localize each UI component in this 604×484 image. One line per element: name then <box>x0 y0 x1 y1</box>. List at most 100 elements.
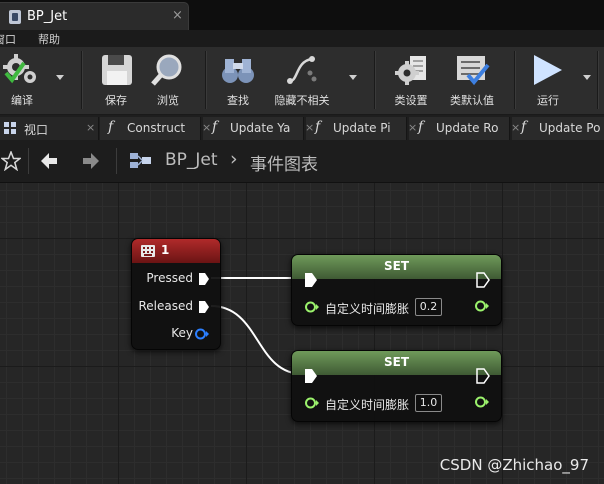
key-node-title: 1 <box>161 243 170 257</box>
blueprint-icon <box>9 10 21 24</box>
function-icon: f <box>108 119 114 135</box>
hide-unrelated-icon <box>287 56 317 84</box>
tab-construct-label: Construct <box>127 121 186 135</box>
function-icon: f <box>418 119 424 135</box>
run-label: 运行 <box>537 94 559 107</box>
compile-label: 编译 <box>11 94 33 107</box>
set-node-2[interactable]: SET 自定义时间膨胀 1.0 <box>291 350 502 422</box>
function-icon: f <box>521 119 527 135</box>
compile-dropdown-icon[interactable] <box>56 75 64 80</box>
tab-close-icon[interactable]: × <box>203 121 211 134</box>
breadcrumb-blueprint[interactable]: BP_Jet <box>165 150 218 170</box>
function-icon: f <box>315 119 321 135</box>
tab-update-pitch[interactable]: × f Update Pi <box>306 117 407 140</box>
save-label: 保存 <box>105 94 127 107</box>
tab-update-yaw[interactable]: × f Update Ya <box>203 117 304 140</box>
set-node-1-title: SET <box>383 259 410 273</box>
favorite-star-icon[interactable] <box>1 151 21 171</box>
tab-update-yaw-label: Update Ya <box>230 121 291 135</box>
set-2-variable-label: 自定义时间膨胀 <box>325 398 410 412</box>
browse-button[interactable]: 浏览 <box>149 47 187 114</box>
key-struct-pin[interactable] <box>194 327 210 341</box>
set-1-exec-in-pin[interactable] <box>304 272 318 288</box>
navigation-bar: BP_Jet › 事件图表 <box>0 140 604 183</box>
document-tab[interactable]: BP_Jet × <box>0 2 189 31</box>
set-node-1-header[interactable]: SET <box>292 255 501 279</box>
set-1-exec-out-pin[interactable] <box>476 272 490 288</box>
nav-divider <box>28 148 29 174</box>
magnifier-icon <box>151 54 182 86</box>
set-2-float-in-pin[interactable] <box>304 396 320 410</box>
tab-viewport-close-icon[interactable]: × <box>86 121 95 134</box>
tab-viewport-label: 视口 <box>24 123 49 137</box>
browse-label: 浏览 <box>157 94 179 107</box>
close-icon[interactable]: × <box>172 8 183 23</box>
key-event-node[interactable]: 1 Pressed Released Key <box>131 238 221 350</box>
class-settings-button[interactable]: 类设置 <box>391 47 431 114</box>
menu-item-window[interactable]: 窗口 <box>0 31 16 47</box>
toolbar-divider <box>597 51 599 109</box>
tab-close-icon[interactable]: × <box>512 121 520 134</box>
set-node-2-title: SET <box>383 355 410 369</box>
binoculars-icon <box>222 59 254 83</box>
exec-wire-released <box>210 305 304 375</box>
class-defaults-label: 类默认值 <box>450 94 494 107</box>
compile-gear-icon <box>3 54 36 84</box>
toolbar-divider <box>514 51 516 109</box>
watermark: CSDN @Zhichao_97 <box>439 456 589 474</box>
toolbar-divider <box>374 51 376 109</box>
breadcrumb-graph[interactable]: 事件图表 <box>250 150 318 175</box>
key-node-header[interactable]: 1 <box>132 239 220 263</box>
save-icon <box>102 55 132 85</box>
set-1-value-field[interactable]: 0.2 <box>415 298 442 316</box>
class-settings-label: 类设置 <box>394 94 428 107</box>
back-arrow-icon[interactable] <box>39 151 59 171</box>
tab-construct[interactable]: f Construct <box>100 117 201 140</box>
released-exec-pin[interactable] <box>198 300 210 314</box>
tab-close-icon[interactable]: × <box>306 121 314 134</box>
set-2-exec-in-pin[interactable] <box>304 368 318 384</box>
tab-update-roll-label: Update Ro <box>436 121 499 135</box>
hide-unrelated-button[interactable]: 隐藏不相关 <box>270 47 334 114</box>
blueprint-graph-icon <box>130 153 151 168</box>
tab-update-position[interactable]: × f Update Po <box>512 117 604 140</box>
tab-close-icon[interactable]: × <box>409 121 417 134</box>
pressed-exec-pin[interactable] <box>198 272 210 286</box>
set-1-float-out-pin[interactable] <box>474 299 490 313</box>
released-pin-label: Released <box>138 299 193 313</box>
set-2-value-field[interactable]: 1.0 <box>415 394 442 412</box>
set-1-float-in-pin[interactable] <box>304 300 320 314</box>
wires-layer <box>210 277 304 375</box>
toolbar-divider <box>205 51 207 109</box>
menu-item-help[interactable]: 帮助 <box>38 31 60 47</box>
function-icon: f <box>212 119 218 135</box>
save-button[interactable]: 保存 <box>97 47 135 114</box>
set-node-2-header[interactable]: SET <box>292 351 501 375</box>
compile-button[interactable]: 编译 <box>0 47 44 114</box>
class-settings-gear-icon <box>395 56 426 85</box>
toolbar-divider <box>81 51 83 109</box>
tab-update-roll[interactable]: × f Update Ro <box>409 117 510 140</box>
nav-divider <box>116 148 117 174</box>
event-graph-canvas[interactable]: 1 Pressed Released Key SET 自定义时间膨胀 0.2 S… <box>0 183 604 484</box>
set-2-exec-out-pin[interactable] <box>476 368 490 384</box>
tab-viewport[interactable]: 视口 × <box>0 117 99 140</box>
forward-arrow-icon[interactable] <box>81 151 101 171</box>
hide-unrelated-label: 隐藏不相关 <box>274 94 330 107</box>
key-pin-label: Key <box>171 326 193 340</box>
find-button[interactable]: 查找 <box>219 47 257 114</box>
title-bar: BP_Jet × <box>0 0 604 31</box>
breadcrumb-separator: › <box>230 148 238 170</box>
hide-unrelated-dropdown-icon[interactable] <box>349 75 357 80</box>
document-tab-label: BP_Jet <box>27 9 68 24</box>
viewport-icon <box>4 122 16 134</box>
run-dropdown-icon[interactable] <box>583 75 591 80</box>
set-node-1[interactable]: SET 自定义时间膨胀 0.2 <box>291 254 502 326</box>
graph-tabs-row: 视口 × f Construct × f Update Ya × f Updat… <box>0 115 604 140</box>
run-button[interactable]: 运行 <box>528 47 568 114</box>
pressed-pin-label: Pressed <box>146 271 193 285</box>
set-1-variable-label: 自定义时间膨胀 <box>325 302 410 316</box>
set-2-float-out-pin[interactable] <box>474 395 490 409</box>
class-defaults-button[interactable]: 类默认值 <box>446 47 498 114</box>
find-label: 查找 <box>227 94 249 107</box>
